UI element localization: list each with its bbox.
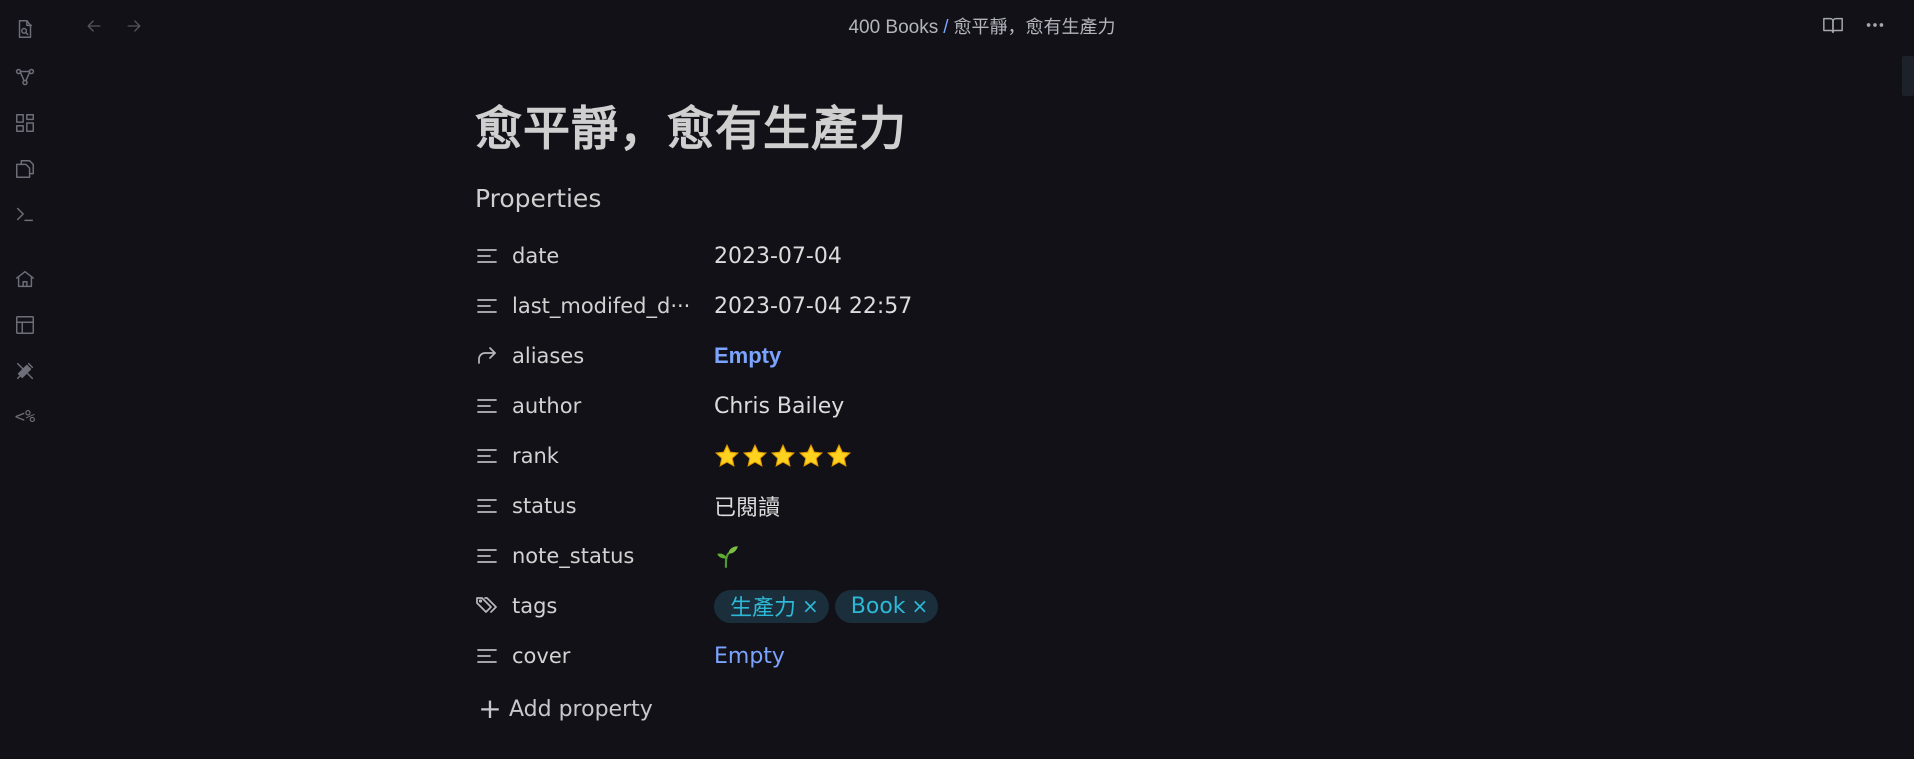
property-key[interactable]: author	[512, 394, 712, 418]
property-date: date 2023-07-04	[475, 231, 1375, 281]
templater-label: <%	[14, 407, 36, 427]
left-ribbon: <%	[0, 0, 50, 759]
star-icon	[798, 443, 824, 467]
reading-view-button[interactable]	[1820, 12, 1846, 38]
text-lines-icon[interactable]	[475, 493, 501, 519]
text-lines-icon[interactable]	[475, 443, 501, 469]
breadcrumb-separator: /	[943, 17, 949, 38]
property-author: author Chris Bailey	[475, 381, 1375, 431]
breadcrumb: 400 Books / 愈平靜，愈有生產力	[50, 13, 1914, 39]
tag-label[interactable]: 生產力	[730, 590, 796, 622]
more-horizontal-icon	[1866, 23, 1884, 27]
property-value[interactable]: 2023-07-04 22:57	[714, 294, 912, 319]
tab-header: 400 Books / 愈平靜，愈有生產力	[50, 0, 1914, 52]
properties-heading[interactable]: Properties	[475, 181, 1375, 217]
graph-icon[interactable]	[12, 64, 38, 90]
breadcrumb-folder[interactable]: 400 Books	[848, 17, 938, 38]
text-lines-icon[interactable]	[475, 243, 501, 269]
rank-stars[interactable]	[714, 443, 852, 469]
property-tags: tags 生產力 × Book ×	[475, 581, 1375, 631]
property-value[interactable]: 已閱讀	[714, 490, 780, 522]
property-key[interactable]: date	[512, 244, 712, 268]
templater-icon[interactable]: <%	[12, 404, 38, 430]
tag-label[interactable]: Book	[851, 594, 906, 619]
canvas-grid-icon[interactable]	[12, 110, 38, 136]
tags-icon[interactable]	[475, 593, 501, 619]
star-icon	[714, 443, 740, 467]
more-options-button[interactable]	[1862, 12, 1888, 38]
property-aliases: aliases Empty	[475, 331, 1375, 381]
text-lines-icon[interactable]	[475, 393, 501, 419]
property-key[interactable]: aliases	[512, 344, 712, 368]
tag-remove-button[interactable]: ×	[802, 594, 819, 618]
tag-remove-button[interactable]: ×	[912, 594, 929, 618]
add-property-button[interactable]: + Add property	[475, 689, 1375, 729]
add-property-label: Add property	[509, 696, 653, 722]
text-lines-icon[interactable]	[475, 543, 501, 569]
property-rank: rank	[475, 431, 1375, 481]
note-title[interactable]: 愈平靜，愈有生產力	[475, 95, 1375, 165]
property-key[interactable]: last_modifed_d···	[512, 294, 712, 318]
property-key[interactable]: rank	[512, 444, 712, 468]
star-icon	[770, 443, 796, 467]
properties-list: date 2023-07-04 last_modifed_d··· 2023-0…	[475, 231, 1375, 729]
scrollbar[interactable]	[1902, 56, 1914, 96]
property-value[interactable]: 2023-07-04	[714, 244, 842, 269]
property-value-empty[interactable]: Empty	[714, 343, 781, 369]
property-value[interactable]: Chris Bailey	[714, 394, 844, 419]
tools-icon[interactable]	[12, 358, 38, 384]
property-key[interactable]: note_status	[512, 544, 712, 568]
property-value[interactable]	[714, 543, 740, 569]
property-cover: cover Empty	[475, 631, 1375, 681]
terminal-icon[interactable]	[12, 201, 38, 227]
tag-pill[interactable]: Book ×	[834, 589, 939, 623]
property-note-status: note_status	[475, 531, 1375, 581]
property-key[interactable]: tags	[512, 594, 712, 618]
note-content: 愈平靜，愈有生產力 Properties date 2023-07-04 las…	[475, 95, 1375, 729]
text-lines-icon[interactable]	[475, 643, 501, 669]
forward-arrow-icon[interactable]	[475, 343, 501, 369]
layout-icon[interactable]	[12, 312, 38, 338]
text-lines-icon[interactable]	[475, 293, 501, 319]
plus-icon: +	[478, 692, 502, 725]
tag-pill[interactable]: 生產力 ×	[714, 589, 829, 623]
property-status: status 已閱讀	[475, 481, 1375, 531]
star-icon	[826, 443, 852, 467]
seedling-icon	[717, 546, 738, 568]
property-value-empty[interactable]: Empty	[714, 644, 785, 669]
property-key[interactable]: cover	[512, 644, 712, 668]
property-last-modified: last_modifed_d··· 2023-07-04 22:57	[475, 281, 1375, 331]
breadcrumb-file[interactable]: 愈平靜，愈有生產力	[954, 17, 1116, 38]
copy-files-icon[interactable]	[12, 156, 38, 182]
star-icon	[742, 443, 768, 467]
book-open-icon	[1823, 17, 1843, 34]
home-icon[interactable]	[12, 266, 38, 292]
file-search-icon[interactable]	[12, 16, 38, 42]
tag-list: 生產力 × Book ×	[714, 589, 944, 623]
property-key[interactable]: status	[512, 494, 712, 518]
